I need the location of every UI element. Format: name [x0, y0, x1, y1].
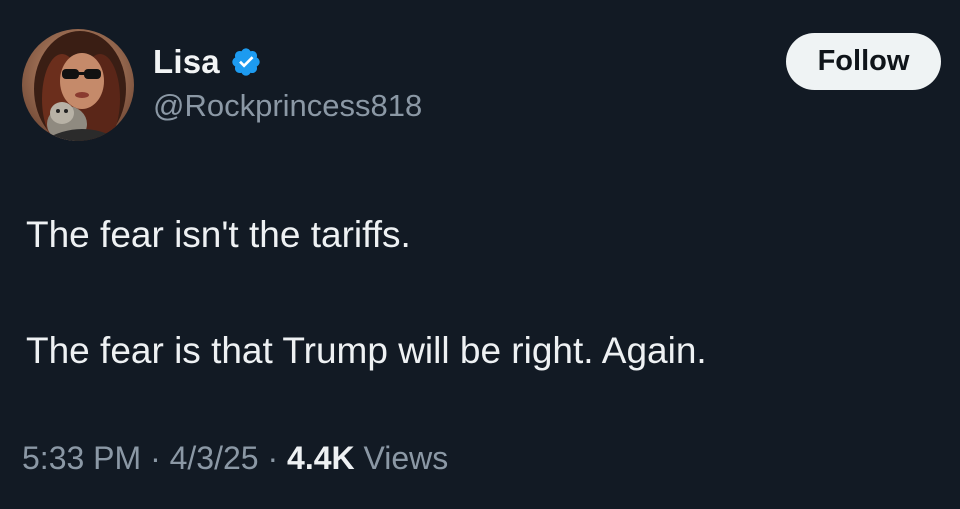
tweet-card: Lisa @Rockprincess818 Follow The fear is…: [0, 0, 960, 509]
tweet-text-line-1: The fear isn't the tariffs.: [26, 214, 411, 255]
views-count[interactable]: 4.4K: [287, 440, 355, 476]
tweet-time[interactable]: 5:33 PM: [22, 440, 141, 476]
views-label: Views: [354, 440, 449, 476]
tweet-text-line-2: The fear is that Trump will be right. Ag…: [26, 330, 707, 371]
user-handle[interactable]: @Rockprincess818: [153, 88, 422, 124]
meta-separator: ·: [141, 440, 170, 476]
tweet-meta: 5:33 PM · 4/3/25 · 4.4K Views: [22, 440, 448, 477]
verified-badge-icon: [230, 46, 262, 78]
meta-separator: ·: [258, 440, 288, 476]
author-name-row: Lisa: [153, 40, 262, 84]
follow-button[interactable]: Follow: [786, 33, 941, 90]
tweet-date[interactable]: 4/3/25: [170, 440, 259, 476]
display-name[interactable]: Lisa: [153, 43, 220, 81]
avatar[interactable]: [22, 29, 134, 141]
profile-photo-icon: [34, 31, 126, 141]
